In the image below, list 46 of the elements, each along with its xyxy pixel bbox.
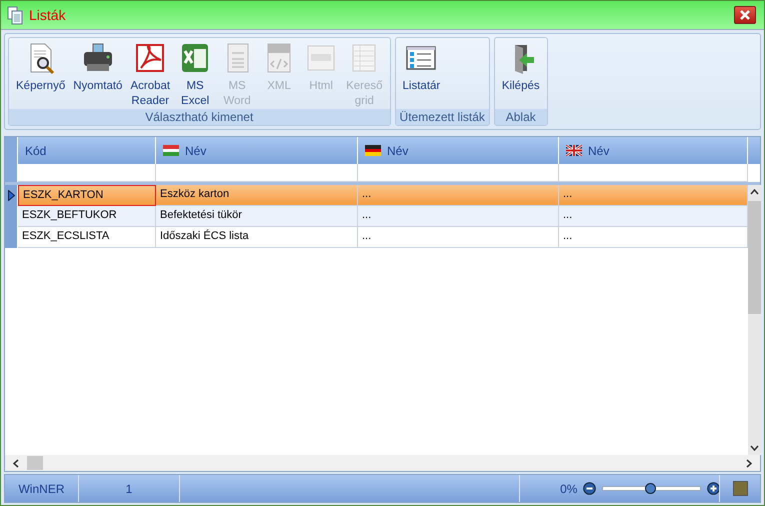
ribbon-button[interactable]: Listatár [398,38,444,109]
ribbon-button[interactable]: MS Excel [174,38,216,109]
zoom-out-icon[interactable] [583,482,596,495]
scroll-right-icon[interactable] [746,458,752,468]
scrollbar-thumb[interactable] [748,201,761,314]
zoom-slider[interactable] [602,486,701,491]
zoom-in-icon[interactable] [706,482,719,495]
table-cell: Időszaki ÉCS lista [156,227,358,248]
scroll-down-icon[interactable] [750,445,759,451]
header-label: Név [387,144,408,158]
table-row[interactable]: ESZK_KARTON Eszköz karton ... ... [5,185,748,206]
header-label: Név [185,144,206,158]
window-title: Listák [29,7,67,23]
zoom-percent: 0% [559,482,578,496]
table-cell: ... [358,227,559,248]
close-icon [739,10,751,20]
close-button[interactable] [734,6,756,24]
ribbon-button[interactable]: Acrobat Reader [126,38,174,109]
filter-field[interactable] [18,164,156,182]
flag-icon [566,145,582,156]
scroll-up-icon[interactable] [750,189,759,195]
ribbon-button[interactable]: Képernyő [12,38,70,109]
table-cell: ESZK_KARTON [18,185,156,206]
status-app-name: WinNER [5,475,79,502]
scrollbar-thumb[interactable] [27,456,43,470]
filter-field[interactable] [559,164,748,182]
header-label: Kód [25,144,46,158]
header-label: Név [588,144,610,158]
table-cell: ... [559,227,748,248]
group-label: Ablak [494,109,547,125]
ribbon-button[interactable]: Kilépés [498,38,544,109]
group-label: Ütemezett listák [396,109,489,125]
status-count: 1 [79,475,180,502]
table-row[interactable]: ESZK_ECSLISTA Időszaki ÉCS lista ... ... [5,227,748,248]
table-row[interactable]: ESZK_BEFTUKOR Befektetési tükör ... ... [5,206,748,227]
current-row-icon [8,190,14,201]
filter-field[interactable] [156,164,358,182]
status-indicator [732,481,748,496]
documents-icon [7,6,23,24]
table-cell: ESZK_ECSLISTA [18,227,156,248]
flag-icon [163,145,179,156]
group-label: Választható kimenet [9,109,390,125]
flag-icon [365,145,381,156]
scroll-left-icon[interactable] [13,458,19,468]
ribbon-button[interactable]: Nyomtató [69,38,126,109]
filter-field[interactable] [358,164,559,182]
